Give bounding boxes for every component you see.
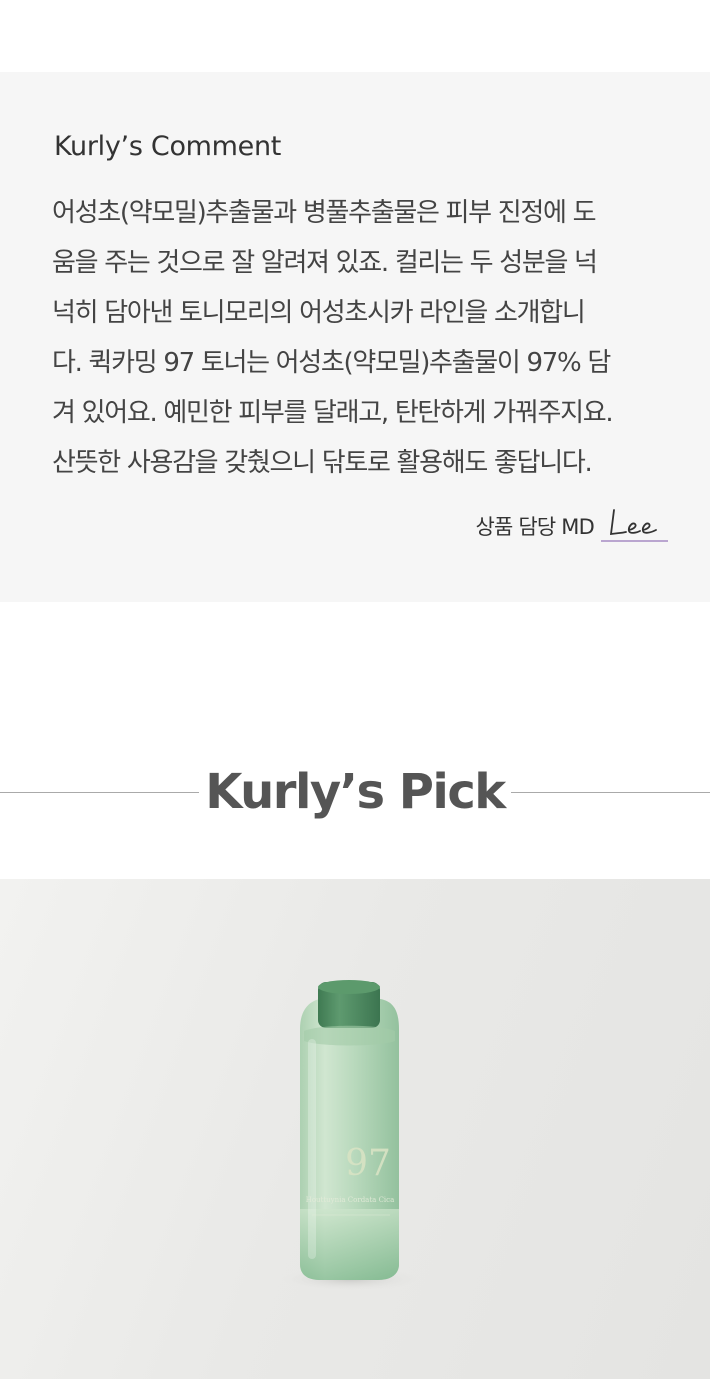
comment-line: 다. 퀵카밍 97 토너는 어성초(약모밀)추출물이 97% 담 <box>52 348 611 378</box>
comment-line: 겨 있어요. 예민한 피부를 달래고, 탄탄하게 가꿔주지요. <box>52 398 614 428</box>
bottle-label-number: 97 <box>345 1143 391 1184</box>
kurlys-pick-header: Kurly’s Pick <box>0 760 710 824</box>
md-label: 상품 담당 MD <box>475 515 594 539</box>
md-signature <box>600 500 669 544</box>
comment-line: 넉히 담아낸 토니모리의 어성초시카 라인을 소개합니 <box>52 298 586 328</box>
comment-title: Kurly’s Comment <box>54 131 282 162</box>
comment-line: 어성초(약모밀)추출물과 병풀추출물은 피부 진정에 도 <box>52 198 596 228</box>
md-signature-block: 상품 담당 MD <box>475 500 669 544</box>
comment-line: 산뜻한 사용감을 갖췄으니 닦토로 활용해도 좋답니다. <box>52 448 593 478</box>
bottle-label-text: Houttuynia Cordata Cica <box>306 1196 395 1204</box>
divider-line-right <box>511 792 710 793</box>
product-photo: 97 Houttuynia Cordata Cica <box>0 879 710 1379</box>
comment-body: 어성초(약모밀)추출물과 병풀추출물은 피부 진정에 도 움을 주는 것으로 잘… <box>52 188 682 488</box>
comment-line: 움을 주는 것으로 잘 알려져 있죠. 컬리는 두 성분을 넉 <box>52 248 598 278</box>
